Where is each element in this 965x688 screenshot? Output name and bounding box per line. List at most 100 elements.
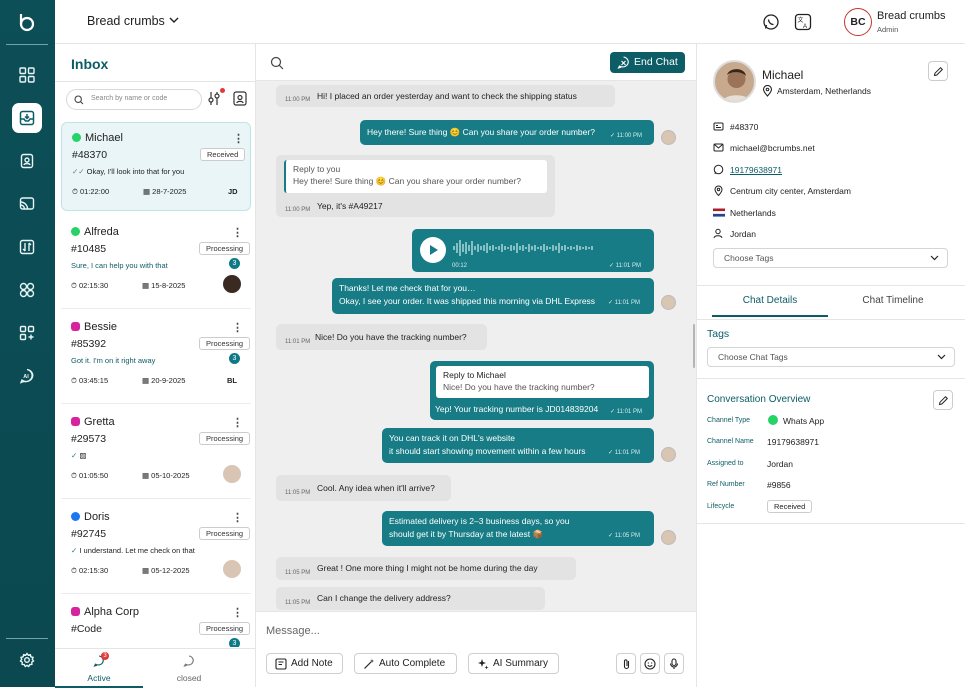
play-button[interactable] — [420, 237, 446, 263]
user-avatar[interactable]: BC — [844, 8, 872, 36]
edit-overview-button[interactable] — [933, 390, 953, 410]
agent-avatar — [661, 447, 676, 462]
settings-icon[interactable] — [12, 645, 42, 675]
inbox-nav-icon[interactable] — [12, 103, 42, 133]
dashboard-icon[interactable] — [12, 60, 42, 90]
status-badge: Processing — [199, 527, 251, 540]
user-name: Bread crumbs — [877, 10, 946, 22]
channel-name-label: Channel Name — [707, 438, 754, 445]
breadcrumb[interactable]: Bread crumbs — [87, 14, 165, 28]
edit-contact-button[interactable] — [928, 61, 948, 81]
message-incoming: 11:05 PM Great ! One more thing I might … — [276, 557, 576, 580]
contact-name: Michael — [85, 132, 123, 144]
message-outgoing: Hey there! Sure thing 😊 Can you share yo… — [360, 120, 654, 145]
integrations-icon[interactable] — [12, 318, 42, 348]
inbox-title: Inbox — [71, 56, 109, 72]
last-message: ✓✓ Okay, I'll look into that for you — [72, 167, 185, 176]
duration: ⏱ 02:15:30 — [71, 281, 109, 290]
end-chat-button[interactable]: End Chat — [610, 52, 685, 73]
choose-chat-tags-select[interactable]: Choose Chat Tags — [707, 347, 955, 367]
lifecycle-label: Lifecycle — [707, 503, 735, 510]
unread-count: 3 — [229, 638, 240, 647]
chevron-down-icon[interactable] — [168, 14, 180, 26]
chevron-down-icon — [930, 255, 939, 261]
user-role: Admin — [877, 25, 899, 34]
message-input[interactable]: Message... — [266, 625, 320, 637]
new-contact-icon[interactable] — [233, 91, 247, 106]
contacts-icon[interactable] — [12, 146, 42, 176]
add-note-button[interactable]: Add Note — [266, 653, 343, 674]
ref-number-value: #9856 — [767, 480, 791, 490]
contact-code: #85392 — [71, 338, 107, 350]
composer: Message... Add Note Auto Complete AI Sum… — [256, 611, 696, 687]
conversation-item[interactable]: Gretta ⋮ #29573 Processing ✓ ▨ ⏱ 01:05:5… — [61, 407, 251, 499]
status-badge: Processing — [199, 622, 251, 635]
assigned-value: Jordan — [767, 459, 793, 469]
search-icon[interactable] — [270, 56, 284, 70]
message-outgoing: Estimated delivery is 2–3 business days,… — [382, 511, 654, 546]
agent-initials: BL — [227, 376, 237, 385]
status-badge: Processing — [199, 337, 251, 350]
message-incoming: 11:05 PM Can I change the delivery addre… — [276, 587, 545, 610]
auto-complete-button[interactable]: Auto Complete — [354, 653, 457, 674]
chevron-down-icon — [937, 354, 946, 360]
tab-chat-timeline[interactable]: Chat Timeline — [835, 295, 951, 317]
emoji-icon — [644, 657, 656, 670]
netherlands-flag-icon — [713, 208, 725, 217]
search-input[interactable]: Search by name or code — [66, 89, 202, 110]
tab-active[interactable]: 3 Active — [55, 649, 143, 688]
emoji-button[interactable] — [640, 653, 660, 674]
ai-summary-button[interactable]: AI Summary — [468, 653, 559, 674]
conversation-item[interactable]: Michael ⋮ #48370 Received ✓✓ Okay, I'll … — [61, 122, 251, 211]
more-icon[interactable]: ⋮ — [232, 511, 243, 524]
translate-icon[interactable]: 文A — [794, 13, 812, 31]
tab-closed[interactable]: closed — [145, 649, 233, 688]
location-pin-icon — [714, 185, 723, 196]
assigned-label: Assigned to — [707, 460, 744, 467]
id-card-icon — [713, 122, 724, 131]
last-message: Got it. I'm on it right away — [71, 356, 156, 365]
last-message: Sure, I can help you with that — [71, 261, 168, 270]
attachment-button[interactable] — [616, 653, 636, 674]
last-message: ✓ I understand. Let me check on that — [71, 546, 195, 555]
more-icon[interactable]: ⋮ — [232, 416, 243, 429]
duration: ⏱ 01:05:50 — [71, 471, 109, 480]
scrollbar-thumb[interactable] — [693, 324, 695, 368]
contact-avatar — [713, 60, 756, 103]
logo-icon[interactable] — [12, 8, 42, 38]
apps-icon[interactable] — [12, 275, 42, 305]
tab-chat-details[interactable]: Chat Details — [712, 295, 828, 317]
voice-button[interactable] — [664, 653, 684, 674]
conversation-item[interactable]: Bessie ⋮ #85392 Processing Got it. I'm o… — [61, 312, 251, 404]
reply-quote[interactable]: Reply to Michael Nice! Do you have the t… — [436, 366, 649, 398]
agent-avatar — [223, 560, 241, 578]
play-icon — [430, 245, 438, 255]
agent-avatar — [223, 465, 241, 483]
choose-tags-select[interactable]: Choose Tags — [713, 248, 948, 268]
phone-link[interactable]: 19179638971 — [730, 165, 782, 175]
pencil-icon — [938, 395, 948, 405]
nav-rail: AI — [0, 0, 55, 687]
more-icon[interactable]: ⋮ — [232, 226, 243, 239]
microphone-icon — [669, 657, 679, 669]
more-icon[interactable]: ⋮ — [232, 321, 243, 334]
more-icon[interactable]: ⋮ — [233, 132, 244, 145]
contact-code: #Code — [71, 623, 102, 635]
broadcast-icon[interactable] — [12, 189, 42, 219]
filter-icon[interactable] — [207, 91, 221, 106]
conversation-item[interactable]: Doris ⋮ #92745 Processing ✓ I understand… — [61, 502, 251, 594]
more-icon[interactable]: ⋮ — [232, 606, 243, 619]
reply-quote[interactable]: Reply to you Hey there! Sure thing 😊 Can… — [284, 160, 547, 193]
ai-icon[interactable]: AI — [12, 361, 42, 391]
audio-message[interactable]: 00:12 ✓ 11:01 PM — [412, 229, 654, 272]
whatsapp-icon — [72, 133, 81, 142]
note-icon — [275, 658, 287, 670]
transfer-icon[interactable] — [12, 232, 42, 262]
whatsapp-icon[interactable] — [762, 13, 780, 31]
inbox-tabs: 3 Active closed — [55, 648, 256, 688]
conversation-item[interactable]: Alfreda ⋮ #10485 Processing Sure, I can … — [61, 217, 251, 309]
conversation-item[interactable]: Alpha Corp ⋮ #Code Processing 3 — [61, 597, 251, 647]
contact-code: #10485 — [71, 243, 107, 255]
chat-panel: End Chat 11:00 PM Hi! I placed an order … — [256, 44, 696, 687]
message-outgoing: Thanks! Let me check that for you… Okay,… — [332, 278, 654, 314]
